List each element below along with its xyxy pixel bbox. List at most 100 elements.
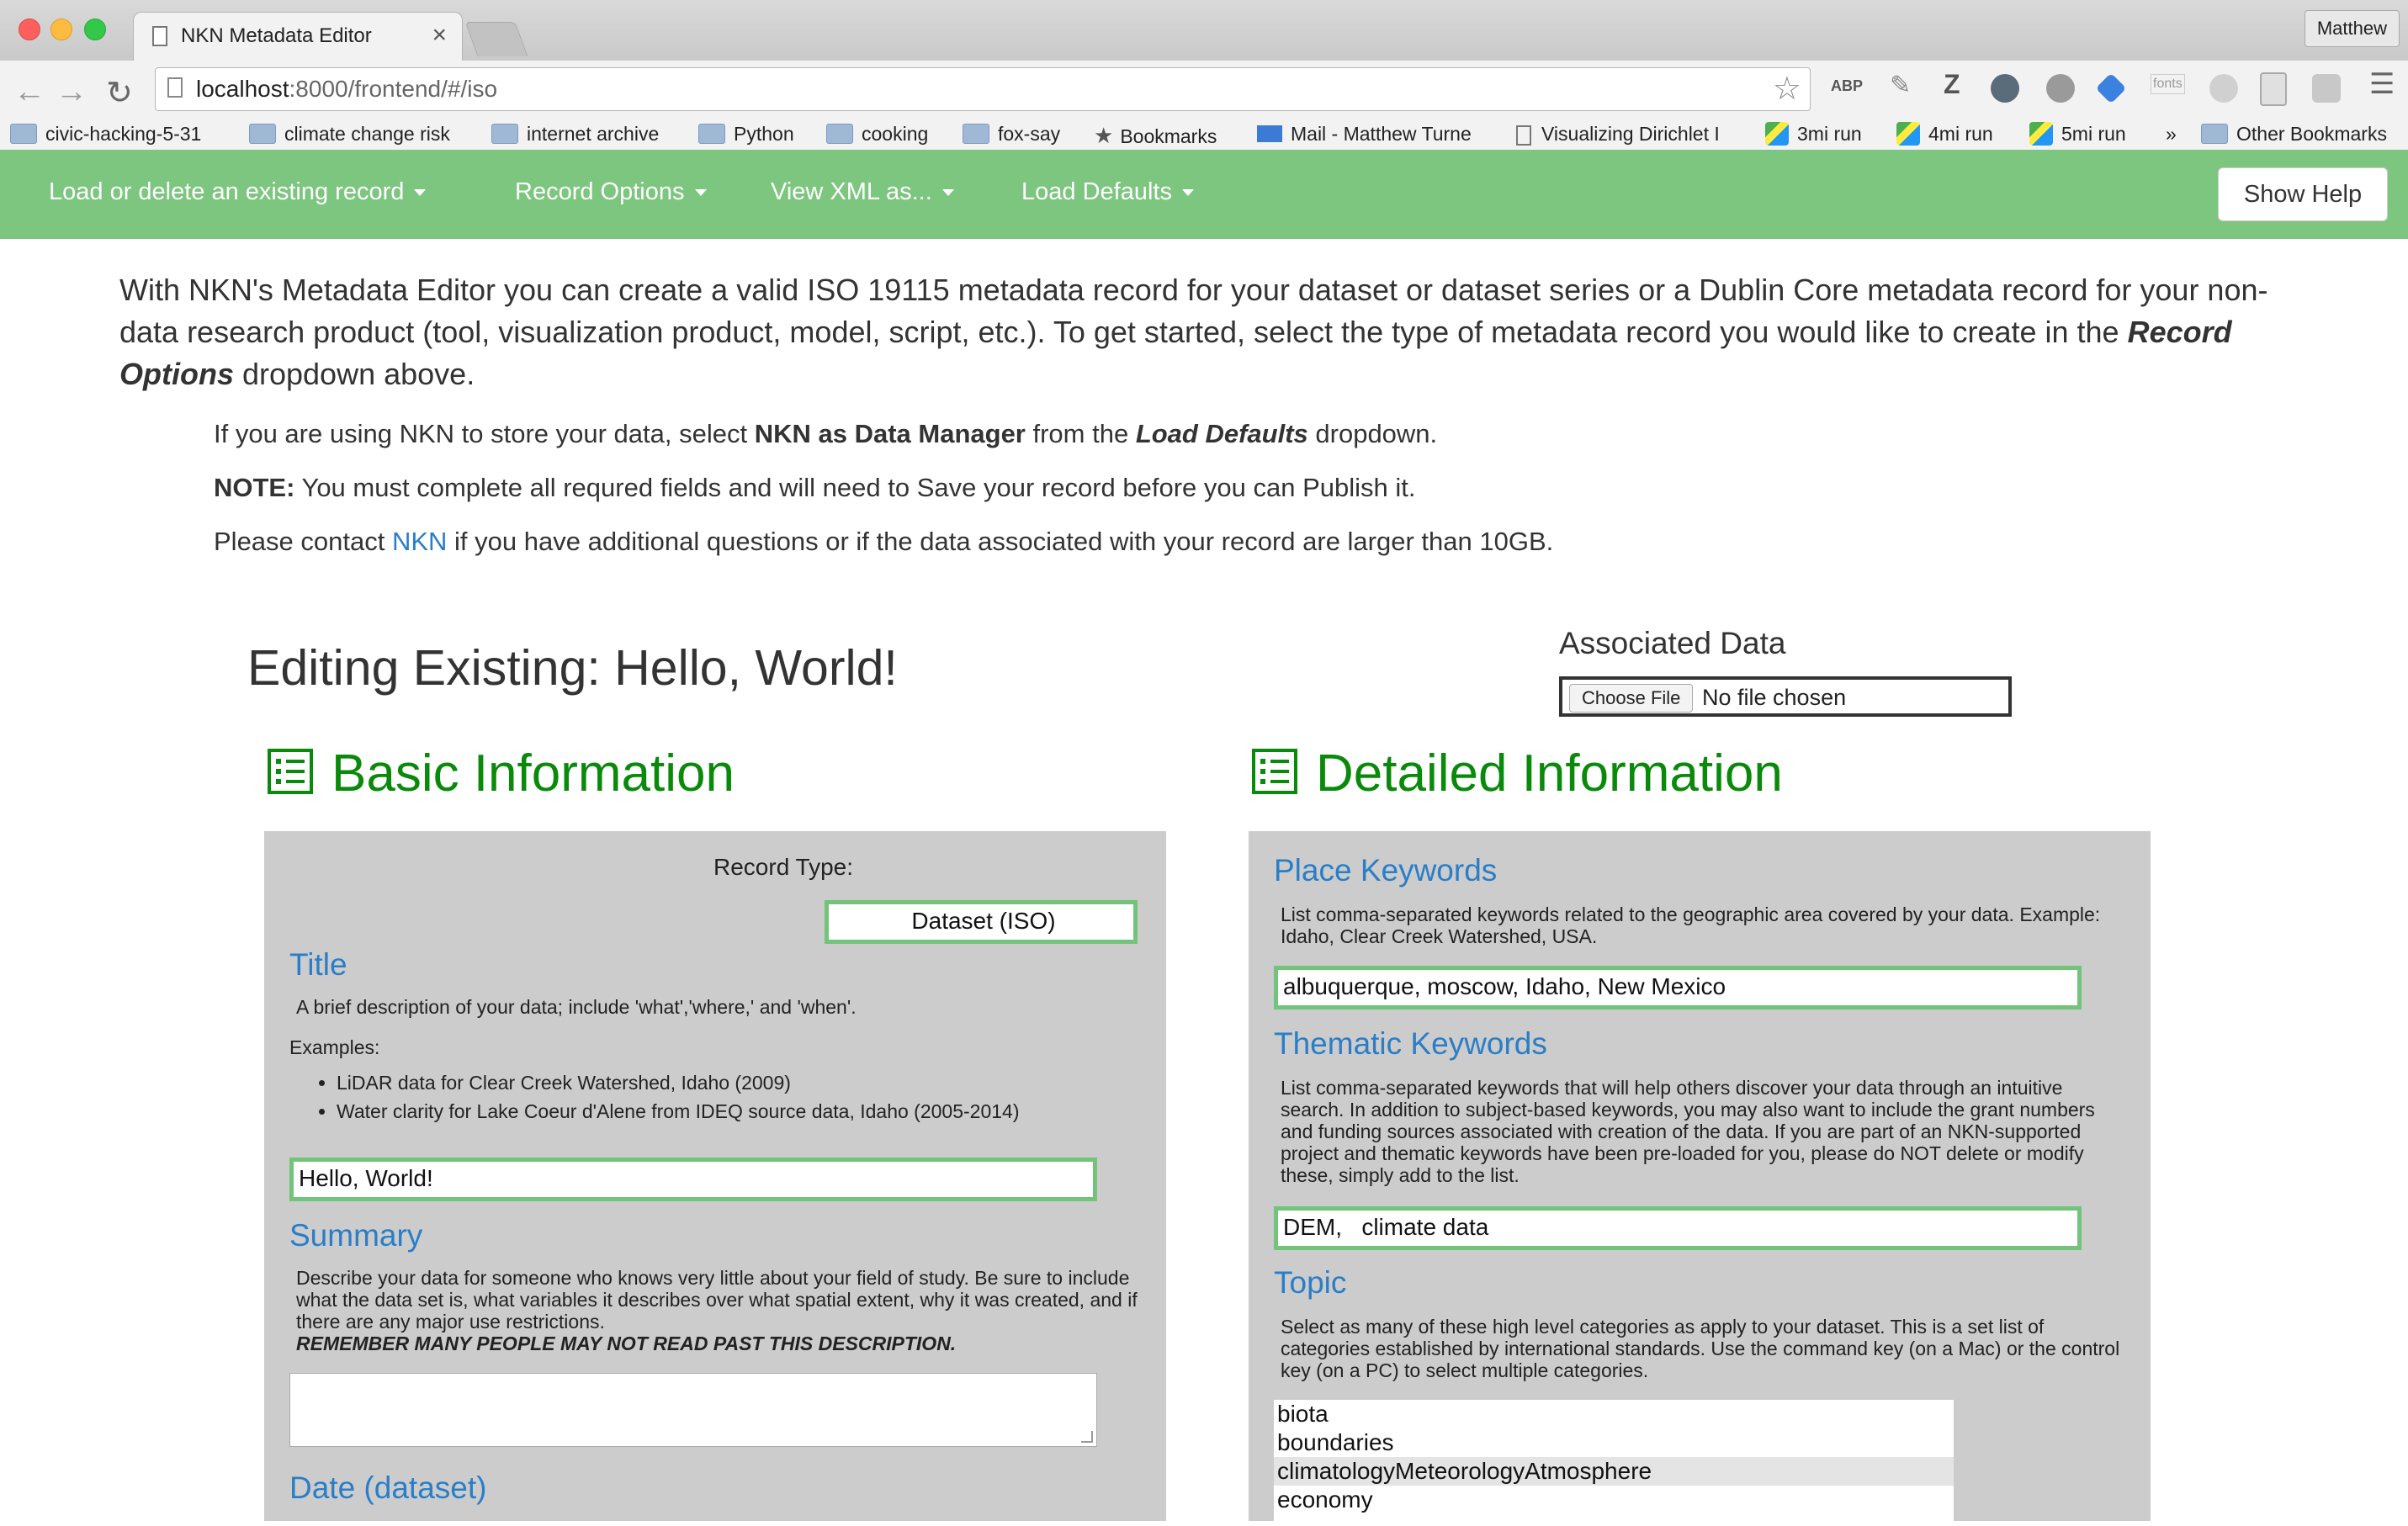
load-defaults-dropdown[interactable]: Load Defaults (1021, 178, 1194, 206)
extension-icon[interactable] (2095, 72, 2127, 104)
bookmark-4mi-run[interactable]: 4mi run (1896, 121, 1993, 147)
place-keywords-label: Place Keywords (1274, 853, 1498, 888)
note-text: You must complete all requred fields and… (294, 473, 1416, 502)
title-help-text: A brief description of your data; includ… (296, 996, 857, 1018)
extension-icon[interactable] (2260, 72, 2287, 106)
thematic-keywords-label: Thematic Keywords (1274, 1026, 1547, 1061)
extension-icon[interactable] (2209, 74, 2238, 103)
bookmark-other-bookmarks[interactable]: Other Bookmarks (2201, 123, 2387, 146)
maximize-window-button[interactable] (84, 19, 106, 40)
bookmark-label: internet archive (527, 123, 660, 145)
fonts-extension-icon[interactable]: fonts (2151, 74, 2185, 94)
bookmark-cooking[interactable]: cooking (826, 123, 928, 146)
topic-option-boundaries[interactable]: boundaries (1274, 1428, 1954, 1457)
associated-data-file-input[interactable]: Choose File No file chosen (1559, 676, 2012, 717)
topic-option-climatology[interactable]: climatologyMeteorologyAtmosphere (1274, 1457, 1954, 1486)
page-icon (1516, 125, 1531, 146)
bookmark-label: Bookmarks (1120, 125, 1217, 147)
url-path: :8000/frontend/#/iso (289, 76, 498, 102)
title-input[interactable]: Hello, World! (289, 1158, 1097, 1201)
summary-field-label: Summary (289, 1218, 423, 1253)
dropdown-label: View XML as... (771, 178, 932, 205)
required-fields-note: NOTE: You must complete all requred fiel… (214, 473, 1415, 503)
folder-icon (491, 123, 518, 144)
note-text: If you are using NKN to store your data,… (214, 419, 755, 448)
title-examples-list: LiDAR data for Clear Creek Watershed, Id… (298, 1068, 1020, 1126)
place-keywords-help: List comma-separated keywords related to… (1281, 903, 2101, 947)
back-arrow-icon[interactable]: ← (13, 74, 45, 110)
place-keywords-input[interactable]: albuquerque, moscow, Idaho, New Mexico (1274, 966, 2082, 1009)
list-icon (268, 749, 313, 794)
date-field-label: Date (dataset) (289, 1470, 487, 1505)
bookmark-visualizing-dirichlet[interactable]: Visualizing Dirichlet I (1516, 123, 1720, 146)
browser-tab[interactable]: NKN Metadata Editor × (133, 12, 463, 61)
record-type-select[interactable]: Dataset (ISO) (825, 900, 1138, 944)
show-help-button[interactable]: Show Help (2218, 167, 2388, 221)
choose-file-button[interactable]: Choose File (1569, 684, 1694, 713)
bookmarks-overflow-chevron[interactable]: » (2166, 123, 2177, 146)
bookmark-bookmarks[interactable]: ★ Bookmarks (1094, 123, 1217, 149)
extension-icon[interactable] (2046, 74, 2075, 103)
bookmark-climate-change-risk[interactable]: climate change risk (249, 123, 450, 146)
adblock-extension-icon[interactable]: ABP (1831, 77, 1863, 95)
note-text: dropdown. (1307, 419, 1438, 448)
topic-option-economy[interactable]: economy (1274, 1486, 1954, 1514)
bookmark-star-icon[interactable]: ☆ (1773, 70, 1801, 108)
bookmark-python[interactable]: Python (698, 123, 794, 146)
note-bold: NKN as Data Manager (754, 419, 1026, 448)
minimize-window-button[interactable] (50, 19, 72, 40)
zotero-extension-icon[interactable]: Z (1944, 69, 1960, 100)
load-delete-record-dropdown[interactable]: Load or delete an existing record (49, 178, 427, 206)
bookmark-label: Other Bookmarks (2236, 123, 2387, 145)
tab-close-icon[interactable]: × (432, 21, 447, 50)
forward-arrow-icon[interactable]: → (56, 74, 88, 110)
bookmark-mail[interactable]: Mail - Matthew Turne (1257, 123, 1472, 146)
bookmark-label: climate change risk (284, 123, 450, 145)
extension-icon[interactable] (2312, 74, 2341, 103)
map-icon (1765, 121, 1789, 146)
examples-label: Examples: (289, 1036, 380, 1058)
bookmark-label: 3mi run (1797, 123, 1862, 145)
menu-icon[interactable]: ☰ (2369, 67, 2395, 101)
close-window-button[interactable] (19, 19, 40, 40)
list-item: Water clarity for Lake Coeur d'Alene fro… (337, 1097, 1020, 1126)
address-bar[interactable]: localhost:8000/frontend/#/iso ☆ (155, 67, 1811, 111)
bookmark-civic-hacking[interactable]: civic-hacking-5-31 (10, 123, 201, 146)
bookmark-label: cooking (862, 123, 929, 145)
summary-help: Describe your data for someone who knows… (296, 1267, 1138, 1333)
thematic-keywords-input[interactable]: DEM, climate data (1274, 1206, 2082, 1250)
folder-icon (698, 123, 725, 144)
caret-down-icon (694, 189, 707, 197)
url-text[interactable]: localhost:8000/frontend/#/iso (196, 76, 497, 103)
bookmark-5mi-run[interactable]: 5mi run (2029, 121, 2126, 147)
view-xml-dropdown[interactable]: View XML as... (771, 178, 954, 206)
summary-textarea[interactable] (289, 1373, 1097, 1447)
bookmark-label: 4mi run (1928, 123, 1993, 145)
topic-option-biota[interactable]: biota (1274, 1400, 1954, 1428)
new-tab-button[interactable] (464, 22, 528, 56)
heading-text: Detailed Information (1316, 744, 1783, 803)
profile-button[interactable]: Matthew (2304, 10, 2400, 47)
extension-icon[interactable] (1991, 74, 2019, 103)
eyedropper-extension-icon[interactable]: ✎ (1890, 71, 1911, 100)
record-options-dropdown[interactable]: Record Options (515, 178, 707, 206)
folder-icon (826, 123, 853, 144)
topic-multiselect[interactable]: biota boundaries climatologyMeteorologyA… (1274, 1400, 1954, 1526)
dropdown-label: Load or delete an existing record (49, 178, 405, 205)
reload-icon[interactable]: ↻ (106, 74, 133, 112)
bookmark-label: civic-hacking-5-31 (45, 123, 202, 145)
nkn-data-manager-note: If you are using NKN to store your data,… (214, 419, 1437, 449)
detailed-information-heading: Detailed Information (1252, 744, 1783, 803)
bookmark-3mi-run[interactable]: 3mi run (1765, 121, 1862, 147)
url-host: localhost (196, 76, 289, 102)
folder-icon (963, 123, 989, 144)
star-icon: ★ (1094, 123, 1114, 148)
bookmark-fox-say[interactable]: fox-say (963, 123, 1060, 146)
app-navbar: Load or delete an existing record Record… (0, 150, 2408, 239)
page-title: Editing Existing: Hello, World! (247, 640, 898, 696)
associated-data-label: Associated Data (1559, 626, 1786, 660)
summary-warning: REMEMBER MANY PEOPLE MAY NOT READ PAST T… (296, 1333, 957, 1354)
bookmark-internet-archive[interactable]: internet archive (491, 123, 659, 146)
resize-handle-icon[interactable] (1081, 1431, 1093, 1443)
nkn-contact-link[interactable]: NKN (392, 527, 447, 556)
